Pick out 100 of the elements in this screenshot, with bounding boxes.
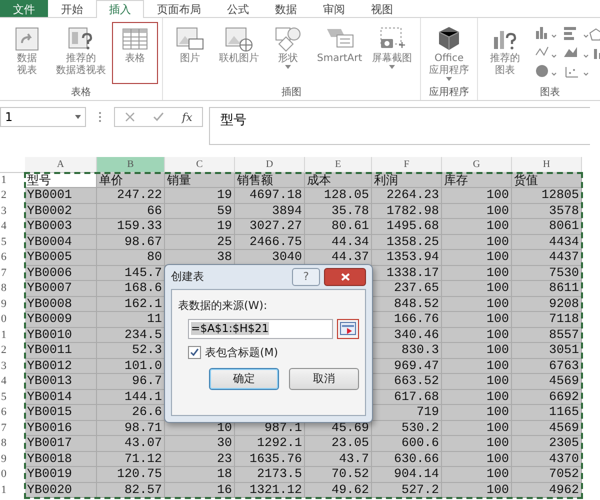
- table-cell: 19: [165, 188, 235, 204]
- table-cell: 1782.98: [372, 204, 442, 219]
- table-cell: 43.7: [305, 452, 372, 467]
- table-cell: 100: [442, 188, 512, 204]
- ribbon-button[interactable]: 屏幕截图: [368, 22, 416, 72]
- table-cell: 168.6: [97, 281, 165, 296]
- row-number[interactable]: 8: [0, 281, 25, 296]
- table-cell: 100: [442, 312, 512, 328]
- row-number[interactable]: 4: [0, 374, 25, 390]
- ribbon-button[interactable]: 推荐的 图表: [482, 22, 528, 80]
- row-number[interactable]: 3: [0, 204, 25, 219]
- column-header[interactable]: D: [235, 157, 305, 172]
- table-cell: 18: [165, 467, 235, 482]
- table-cell: 96.7: [97, 374, 165, 390]
- caret-icon: [285, 65, 291, 69]
- table-cell: 4962: [512, 482, 582, 498]
- ribbon-button[interactable]: 表格: [112, 22, 158, 84]
- table-cell: YB0001: [25, 188, 97, 204]
- cancel-icon[interactable]: [125, 112, 135, 122]
- row-number[interactable]: 5: [0, 390, 25, 405]
- row-number[interactable]: 8: [0, 436, 25, 452]
- column-header[interactable]: A: [25, 157, 97, 172]
- formula-input[interactable]: 型号: [209, 107, 590, 145]
- table-cell: 100: [442, 296, 512, 312]
- column-header[interactable]: G: [442, 157, 512, 172]
- table-cell: 527.2: [372, 482, 442, 498]
- table-cell: 16: [165, 482, 235, 498]
- name-box[interactable]: 1: [0, 107, 86, 127]
- row-number[interactable]: 2: [0, 188, 25, 204]
- table-cell: 100: [442, 452, 512, 467]
- table-cell: YB0017: [25, 436, 97, 452]
- ribbon-button[interactable]: 形状: [265, 22, 311, 72]
- table-cell: 600.6: [372, 436, 442, 452]
- row-number[interactable]: 2: [0, 343, 25, 358]
- table-cell: 100: [442, 405, 512, 420]
- table-cell: YB0005: [25, 250, 97, 266]
- table-cell: 4569: [512, 374, 582, 390]
- column-header[interactable]: C: [165, 157, 235, 172]
- ribbon-button[interactable]: 数据 视表: [4, 22, 50, 80]
- row-number[interactable]: 1: [0, 328, 25, 343]
- column-header[interactable]: H: [512, 157, 582, 172]
- header-cell: 成本: [305, 172, 372, 188]
- table-cell: 234.5: [97, 328, 165, 343]
- table-cell: 80.61: [305, 219, 372, 234]
- group-label: 应用程序: [428, 86, 470, 100]
- table-cell: YB0006: [25, 266, 97, 281]
- row-number[interactable]: 3: [0, 358, 25, 374]
- row-number[interactable]: 6: [0, 250, 25, 266]
- table-cell: 2466.75: [235, 234, 305, 250]
- range-field[interactable]: =$A$1:$H$21: [188, 318, 333, 338]
- ribbon-tab[interactable]: 文件: [0, 0, 48, 17]
- row-number[interactable]: 6: [0, 405, 25, 420]
- collapse-dialog-button[interactable]: [337, 318, 359, 338]
- caret-icon: [446, 77, 452, 81]
- row-number[interactable]: 7: [0, 420, 25, 436]
- table-cell: YB0004: [25, 234, 97, 250]
- row-number[interactable]: 4: [0, 219, 25, 234]
- table-cell: 23: [165, 452, 235, 467]
- ribbon-button[interactable]: 推荐的 数据透视表: [52, 22, 110, 80]
- dialog-button[interactable]: 取消: [289, 368, 359, 390]
- table-cell: 969.47: [372, 358, 442, 374]
- table-cell: 52.3: [97, 343, 165, 358]
- row-number[interactable]: 0: [0, 467, 25, 482]
- row-number[interactable]: 0: [0, 312, 25, 328]
- table-cell: 830.3: [372, 343, 442, 358]
- ribbon-button[interactable]: 联机图片: [215, 22, 263, 68]
- help-button[interactable]: ?: [292, 268, 320, 286]
- table-cell: 4434: [512, 234, 582, 250]
- group-label: 表格: [70, 86, 92, 100]
- header-cell: 型号: [25, 172, 97, 188]
- table-cell: 7530: [512, 266, 582, 281]
- table-cell: 6763: [512, 358, 582, 374]
- column-header[interactable]: E: [305, 157, 372, 172]
- header-checkbox[interactable]: 表包含标题(M): [178, 344, 359, 360]
- row-number[interactable]: 1: [0, 172, 25, 188]
- table-cell: 2173.5: [235, 467, 305, 482]
- ribbon-button[interactable]: SmartArt: [313, 22, 366, 68]
- ribbon-tab[interactable]: 插入: [96, 0, 144, 18]
- insert-function-button[interactable]: fx: [182, 110, 192, 124]
- ribbon-button[interactable]: 图片: [167, 22, 213, 68]
- table-cell: 35.78: [305, 204, 372, 219]
- column-header[interactable]: F: [372, 157, 442, 172]
- table-cell: YB0003: [25, 219, 97, 234]
- check-icon[interactable]: [153, 112, 164, 122]
- ribbon-button[interactable]: Office 应用程序: [425, 22, 474, 84]
- row-number[interactable]: 5: [0, 234, 25, 250]
- table-cell: 166.76: [372, 312, 442, 328]
- table-cell: YB0020: [25, 482, 97, 498]
- table-cell: 82.57: [97, 482, 165, 498]
- row-number[interactable]: 7: [0, 266, 25, 281]
- table-cell: 144.1: [97, 390, 165, 405]
- row-number[interactable]: 9: [0, 296, 25, 312]
- row-number[interactable]: 1: [0, 482, 25, 498]
- table-cell: 663.52: [372, 374, 442, 390]
- header-cell: 销售额: [235, 172, 305, 188]
- close-button[interactable]: [324, 268, 366, 286]
- row-number[interactable]: 9: [0, 452, 25, 467]
- dialog-button[interactable]: 确定: [209, 368, 279, 390]
- column-header[interactable]: B: [97, 157, 165, 172]
- table-cell: 66: [97, 204, 165, 219]
